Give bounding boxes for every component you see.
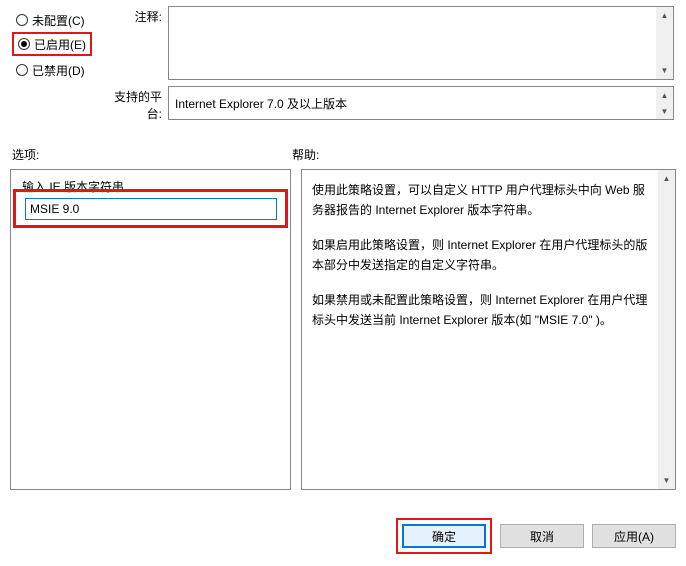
scrollbar[interactable]: ▲ ▼ [656,7,673,79]
apply-button-label: 应用(A) [614,528,654,545]
apply-button[interactable]: 应用(A) [592,524,676,548]
help-paragraph: 如果启用此策略设置，则 Internet Explorer 在用户代理标头的版本… [312,235,653,276]
radio-label-disabled: 已禁用(D) [32,62,85,79]
comment-label: 注释: [100,6,168,80]
radio-icon [18,38,30,50]
scroll-down-icon[interactable]: ▼ [658,472,675,489]
ok-button-label: 确定 [432,528,456,545]
help-panel: 使用此策略设置，可以自定义 HTTP 用户代理标头中向 Web 服务器报告的 I… [301,169,676,490]
help-paragraph: 使用此策略设置，可以自定义 HTTP 用户代理标头中向 Web 服务器报告的 I… [312,180,653,221]
dialog-button-row: 确定 取消 应用(A) [396,518,676,554]
supported-on-label: 支持的平台: [100,86,168,122]
radio-icon [16,64,28,76]
scroll-up-icon[interactable]: ▲ [656,87,673,103]
help-paragraph: 如果禁用或未配置此策略设置，则 Internet Explorer 在用户代理标… [312,290,653,331]
scroll-down-icon[interactable]: ▼ [656,103,673,119]
ok-button[interactable]: 确定 [402,524,486,548]
help-heading: 帮助: [292,146,674,163]
supported-on-box: Internet Explorer 7.0 及以上版本 ▲ ▼ [168,86,674,120]
cancel-button-label: 取消 [530,528,554,545]
scroll-down-icon[interactable]: ▼ [656,62,673,79]
version-string-input[interactable] [25,198,277,220]
options-heading: 选项: [12,146,292,163]
scrollbar[interactable]: ▲ ▼ [656,87,673,119]
ok-highlight: 确定 [396,518,492,554]
options-panel: 输入 IE 版本字符串 [10,169,291,490]
radio-enabled[interactable]: 已启用(E) [12,32,92,56]
scroll-up-icon[interactable]: ▲ [658,170,675,187]
comment-textarea[interactable]: ▲ ▼ [168,6,674,80]
scroll-up-icon[interactable]: ▲ [656,7,673,24]
radio-icon [16,14,28,26]
policy-state-radiogroup: 未配置(C) 已启用(E) 已禁用(D) [0,0,100,134]
version-string-label: 输入 IE 版本字符串 [21,178,125,195]
radio-label-not-configured: 未配置(C) [32,12,85,29]
scrollbar[interactable]: ▲ ▼ [658,170,675,489]
radio-not-configured[interactable]: 未配置(C) [12,8,96,32]
radio-disabled[interactable]: 已禁用(D) [12,58,96,82]
supported-on-value: Internet Explorer 7.0 及以上版本 [175,97,347,111]
radio-label-enabled: 已启用(E) [34,36,86,53]
cancel-button[interactable]: 取消 [500,524,584,548]
